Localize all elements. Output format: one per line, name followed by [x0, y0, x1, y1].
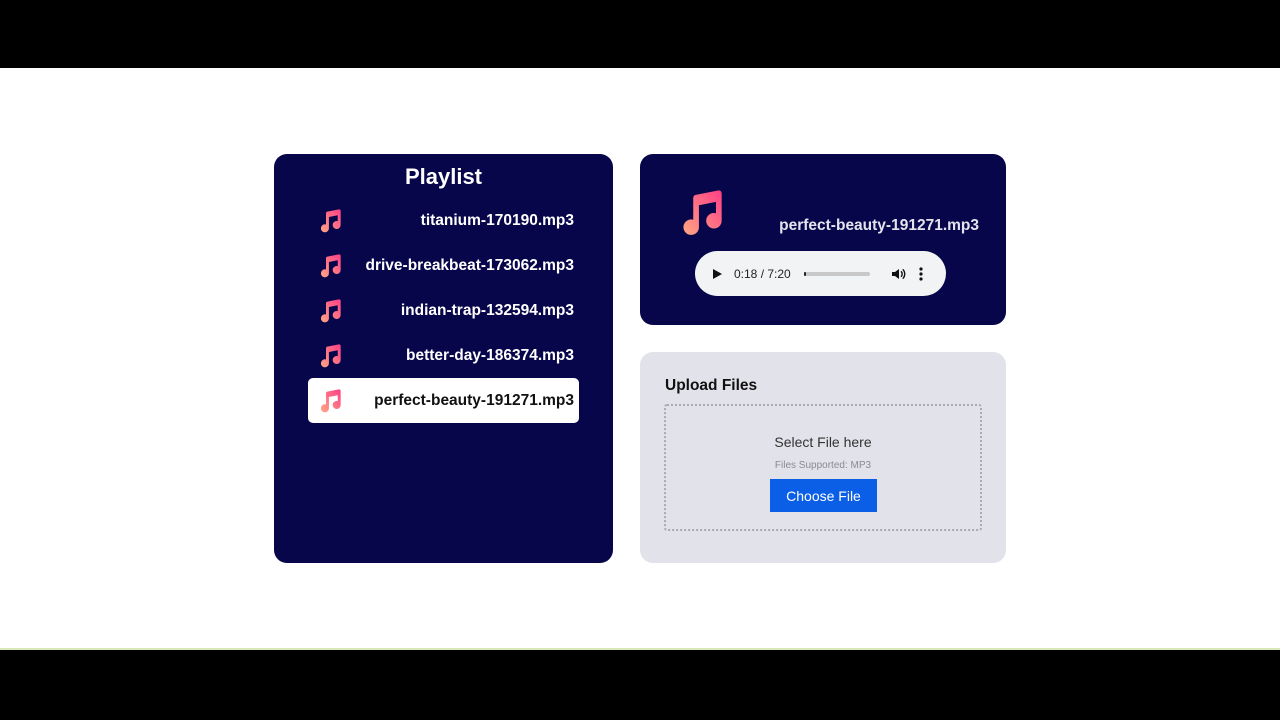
music-note-icon: [320, 253, 341, 277]
upload-panel: Upload Files Select File here Files Supp…: [640, 352, 1006, 563]
more-options-icon[interactable]: [919, 266, 923, 281]
file-dropzone[interactable]: Select File here Files Supported: MP3 Ch…: [664, 404, 982, 531]
seek-bar-fill: [803, 271, 807, 276]
track-label: better-day-186374.mp3: [406, 346, 574, 364]
music-note-icon: [320, 343, 341, 367]
seek-bar[interactable]: [803, 271, 870, 276]
playlist-track[interactable]: titanium-170190.mp3: [308, 198, 579, 243]
upload-title: Upload Files: [665, 377, 758, 394]
playlist-track[interactable]: indian-trap-132594.mp3: [308, 288, 579, 333]
volume-icon[interactable]: [890, 266, 906, 282]
playlist-track[interactable]: drive-breakbeat-173062.mp3: [308, 243, 579, 288]
now-playing-title: perfect-beauty-191271.mp3: [779, 217, 979, 234]
music-note-icon: [683, 190, 722, 235]
playlist-title: Playlist: [404, 164, 483, 189]
choose-file-button[interactable]: Choose File: [770, 479, 877, 512]
track-label: perfect-beauty-191271.mp3: [374, 391, 574, 409]
player-panel: perfect-beauty-191271.mp3 0:18 / 7:20: [640, 154, 1006, 325]
track-label: titanium-170190.mp3: [420, 211, 574, 229]
dropzone-text: Select File here: [774, 434, 872, 450]
playlist-panel: Playlist titanium-170190.mp3 drive-break…: [274, 154, 613, 563]
playlist-track[interactable]: better-day-186374.mp3: [308, 333, 579, 378]
track-label: drive-breakbeat-173062.mp3: [365, 256, 574, 274]
audio-controls: 0:18 / 7:20: [695, 251, 946, 296]
track-label: indian-trap-132594.mp3: [400, 301, 574, 319]
supported-formats-text: Files Supported: MP3: [774, 460, 872, 471]
playlist-track-active[interactable]: perfect-beauty-191271.mp3: [308, 378, 579, 423]
playback-time: 0:18 / 7:20: [734, 266, 791, 281]
music-note-icon: [320, 298, 341, 322]
music-note-icon: [320, 208, 341, 232]
music-note-icon: [320, 388, 341, 412]
play-icon[interactable]: [711, 268, 723, 280]
app-stage: Playlist titanium-170190.mp3 drive-break…: [0, 68, 1280, 650]
